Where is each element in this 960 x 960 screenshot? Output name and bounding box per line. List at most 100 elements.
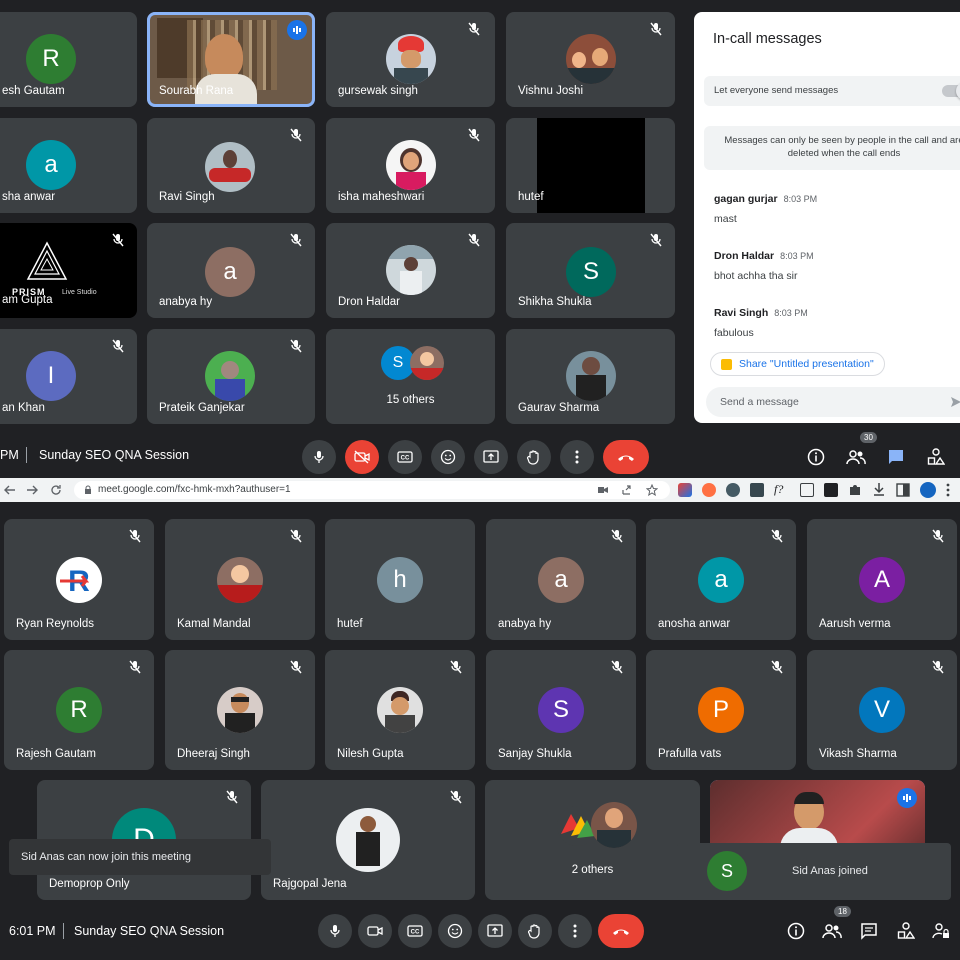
camera-off-button[interactable]: [345, 440, 379, 474]
extension-icon[interactable]: [750, 483, 764, 497]
mic-off-icon: [226, 790, 238, 804]
avatar: S: [707, 851, 747, 891]
present-screen-button[interactable]: [474, 440, 508, 474]
message-input[interactable]: Send a message: [706, 387, 960, 417]
share-icon[interactable]: [622, 485, 632, 495]
chat-button-active[interactable]: [885, 446, 907, 468]
side-panel-icon[interactable]: [896, 483, 910, 497]
activities-button[interactable]: [895, 920, 917, 942]
participant-tile[interactable]: isha maheshwari: [326, 118, 495, 213]
video-feed-black: [537, 118, 645, 213]
mic-icon: [314, 451, 324, 463]
reactions-button[interactable]: [438, 914, 472, 948]
in-call-messages-panel: In-call messages Let everyone send messa…: [694, 12, 960, 423]
puzzle-extensions-icon[interactable]: [848, 483, 862, 497]
participant-tile-others[interactable]: 2 others: [485, 780, 700, 900]
participant-tile[interactable]: gursewak singh: [326, 12, 495, 107]
participant-tile[interactable]: S Sanjay Shukla: [486, 650, 636, 770]
participant-tile[interactable]: Nilesh Gupta: [325, 650, 475, 770]
participant-tile[interactable]: hutef: [506, 118, 675, 213]
participant-tile[interactable]: Dron Haldar: [326, 223, 495, 318]
captions-button[interactable]: CC: [388, 440, 422, 474]
camera-status-icon[interactable]: [598, 486, 608, 494]
reload-icon[interactable]: [50, 484, 62, 496]
participant-tile[interactable]: PRISM Live Studio am Gupta: [0, 223, 137, 318]
share-presentation-chip[interactable]: Share "Untitled presentation": [710, 352, 885, 376]
participant-tile[interactable]: Rajgopal Jena: [261, 780, 475, 900]
participant-tile[interactable]: h hutef: [325, 519, 475, 640]
participant-name: Aarush verma: [819, 618, 891, 630]
people-button[interactable]: [821, 920, 843, 942]
bookmark-star-icon[interactable]: [646, 484, 658, 496]
participant-tile[interactable]: Ravi Singh: [147, 118, 315, 213]
participant-tile[interactable]: P Prafulla vats: [646, 650, 796, 770]
activities-button[interactable]: [925, 446, 947, 468]
mic-button[interactable]: [302, 440, 336, 474]
participant-name: Sanjay Shukla: [498, 748, 572, 760]
participant-name: Prateik Ganjekar: [159, 402, 245, 414]
send-icon[interactable]: [950, 396, 960, 408]
participants-count-badge: 18: [834, 906, 851, 917]
extension-icon[interactable]: [800, 483, 814, 497]
mic-off-icon: [468, 22, 480, 36]
participant-name: Nilesh Gupta: [337, 748, 404, 760]
meeting-details-button[interactable]: [805, 446, 827, 468]
participant-tile[interactable]: Kamal Mandal: [165, 519, 315, 640]
chat-button[interactable]: [858, 920, 880, 942]
participant-tile[interactable]: R Rajesh Gautam: [4, 650, 154, 770]
joined-notification-toast[interactable]: S Sid Anas joined: [677, 843, 951, 900]
meeting-details-button[interactable]: [785, 920, 807, 942]
participant-tile[interactable]: I an Khan: [0, 329, 137, 424]
download-icon[interactable]: [872, 482, 886, 496]
people-button[interactable]: [845, 446, 867, 468]
meeting-time: PM: [0, 448, 19, 462]
participant-tile[interactable]: Prateik Ganjekar: [147, 329, 315, 424]
mic-off-icon: [112, 339, 124, 353]
leave-call-button[interactable]: [603, 440, 649, 474]
mic-off-icon: [650, 233, 662, 247]
participant-tile[interactable]: V Vikash Sharma: [807, 650, 957, 770]
participant-tile[interactable]: a anosha anwar: [646, 519, 796, 640]
participant-tile[interactable]: Dheeraj Singh: [165, 650, 315, 770]
participant-tile-others[interactable]: S 15 others: [326, 329, 495, 424]
reactions-button[interactable]: [431, 440, 465, 474]
participant-tile[interactable]: S Shikha Shukla: [506, 223, 675, 318]
raise-hand-button[interactable]: [517, 440, 551, 474]
avatar: S: [538, 687, 584, 733]
participant-name: anosha anwar: [658, 618, 731, 630]
forward-icon[interactable]: [26, 484, 38, 496]
message-item: gagan gurjar 8:03 PM mast: [714, 189, 817, 225]
participant-tile[interactable]: R Ryan Reynolds: [4, 519, 154, 640]
present-screen-button[interactable]: [478, 914, 512, 948]
host-controls-button[interactable]: [930, 920, 952, 942]
back-icon[interactable]: [4, 484, 16, 496]
formula-extension-icon[interactable]: f?: [774, 482, 783, 497]
extension-icon[interactable]: [678, 483, 692, 497]
more-options-button[interactable]: [560, 440, 594, 474]
profile-avatar[interactable]: [920, 482, 936, 498]
extension-icon[interactable]: [726, 483, 740, 497]
participant-tile[interactable]: R esh Gautam: [0, 12, 137, 107]
extension-icon[interactable]: [824, 483, 838, 497]
participant-tile[interactable]: A Aarush verma: [807, 519, 957, 640]
leave-call-button[interactable]: [598, 914, 644, 948]
participant-tile-active-speaker[interactable]: Sourabh Rana: [147, 12, 315, 107]
extension-icon[interactable]: [702, 483, 716, 497]
participant-name: Rajgopal Jena: [273, 878, 347, 890]
participant-tile[interactable]: Gaurav Sharma: [506, 329, 675, 424]
avatar-photo: [205, 142, 255, 192]
camera-button[interactable]: [358, 914, 392, 948]
chrome-menu-icon[interactable]: [946, 483, 950, 497]
person-face: [205, 34, 243, 78]
address-bar[interactable]: meet.google.com/fxc-hmk-mxh?authuser=1: [74, 481, 670, 499]
raise-hand-button[interactable]: [518, 914, 552, 948]
more-options-button[interactable]: [558, 914, 592, 948]
captions-button[interactable]: CC: [398, 914, 432, 948]
message-input-placeholder: Send a message: [720, 396, 799, 408]
avatar: P: [698, 687, 744, 733]
participant-tile[interactable]: a anabya hy: [486, 519, 636, 640]
participant-tile[interactable]: a sha anwar: [0, 118, 137, 213]
participant-tile[interactable]: a anabya hy: [147, 223, 315, 318]
mic-button[interactable]: [318, 914, 352, 948]
participant-tile[interactable]: Vishnu Joshi: [506, 12, 675, 107]
